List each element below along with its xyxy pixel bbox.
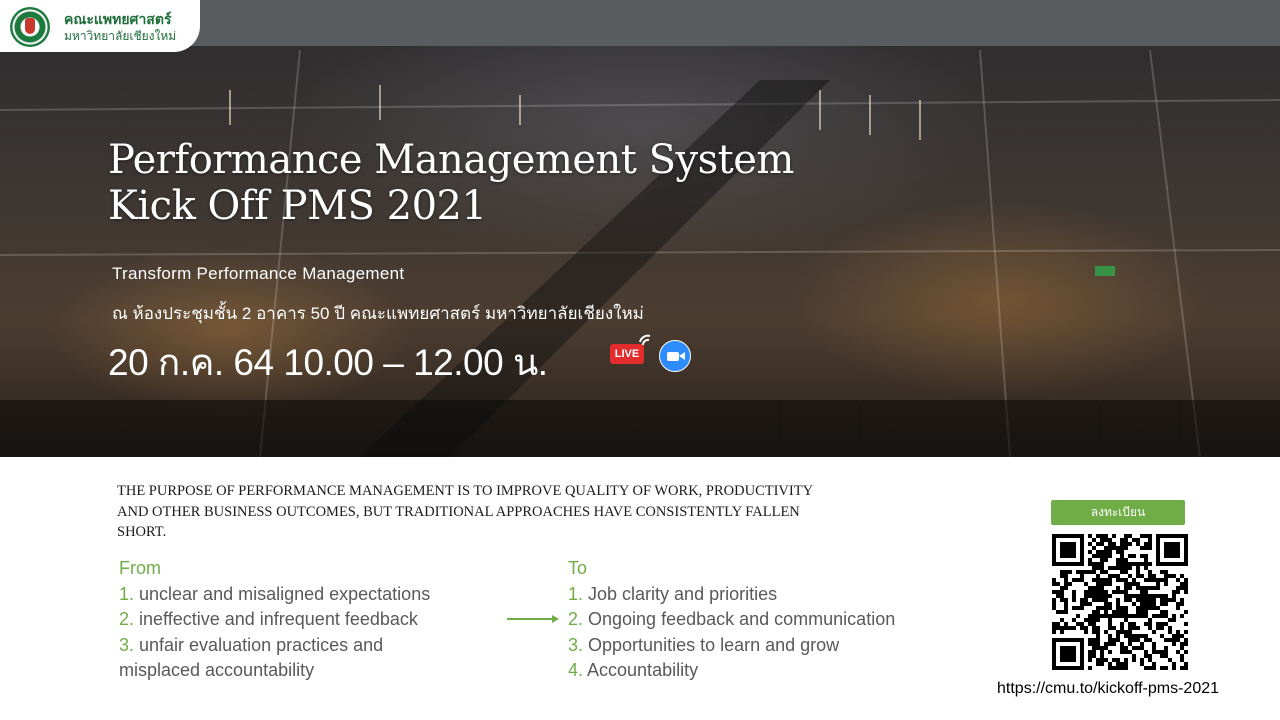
zoom-icon xyxy=(659,340,691,372)
list-item: 3. Opportunities to learn and grow xyxy=(568,634,840,655)
event-title: Performance Management System Kick Off P… xyxy=(108,137,794,229)
title-line-1: Performance Management System xyxy=(108,137,794,183)
university-seal-icon xyxy=(10,7,50,47)
list-item: 2. Ongoing feedback and communication xyxy=(568,609,896,629)
faculty-logo: คณะแพทยศาสตร์ มหาวิทยาลัยเชียงใหม่ xyxy=(0,0,200,52)
logo-name-line2: มหาวิทยาลัยเชียงใหม่ xyxy=(64,29,177,43)
list-item: 2. ineffective and infrequent feedback xyxy=(119,609,418,629)
arrow-right-icon xyxy=(507,615,559,623)
hero-banner: คณะแพทยศาสตร์ มหาวิทยาลัยเชียงใหม่ Perfo… xyxy=(0,0,1280,457)
purpose-statement: THE PURPOSE OF PERFORMANCE MANAGEMENT IS… xyxy=(117,483,813,540)
registration-url[interactable]: https://cmu.to/kickoff-pms-2021 xyxy=(997,680,1219,698)
title-line-2: Kick Off PMS 2021 xyxy=(108,183,487,229)
live-broadcast-waves-icon xyxy=(639,334,651,346)
register-button[interactable]: ลงทะเบียน xyxy=(1051,500,1185,525)
event-subtitle: Transform Performance Management xyxy=(112,264,405,283)
event-datetime: 20 ก.ค. 64 10.00 – 12.00 น. xyxy=(108,342,548,383)
list-item-continuation: misplaced accountability xyxy=(119,660,315,680)
event-venue: ณ ห้องประชุมชั้น 2 อาคาร 50 ปี คณะแพทยศา… xyxy=(112,304,644,323)
to-list: To 1. Job clarity and priorities 2. Ongo… xyxy=(568,556,895,684)
list-item: 4. Accountability xyxy=(568,660,699,680)
registration-qr-code[interactable] xyxy=(1052,534,1188,670)
list-item: 1. Job clarity and priorities xyxy=(568,583,778,604)
list-item: 3. unfair evaluation practices and xyxy=(119,634,384,655)
list-item: 1. unclear and misaligned expectations xyxy=(119,583,431,604)
to-heading: To xyxy=(568,558,588,578)
from-heading: From xyxy=(119,558,161,578)
from-list: From 1. unclear and misaligned expectati… xyxy=(119,556,430,684)
